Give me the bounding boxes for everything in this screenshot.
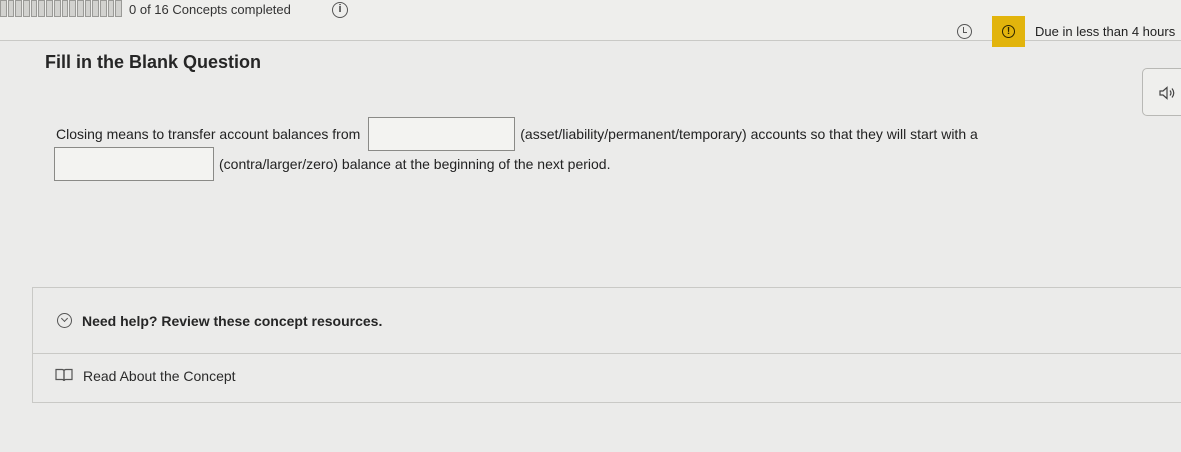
due-text: Due in less than 4 hours <box>1035 24 1176 39</box>
progress-segment <box>30 0 38 17</box>
question-title: Fill in the Blank Question <box>45 52 262 72</box>
progress-segment <box>38 0 46 17</box>
help-toggle[interactable]: Need help? Review these concept resource… <box>33 288 1181 354</box>
progress-segment <box>23 0 30 17</box>
progress-segment <box>84 0 92 17</box>
progress-segment <box>0 0 7 17</box>
blank-input-1[interactable] <box>368 117 516 151</box>
due-badge: ! <box>992 16 1025 47</box>
question-text-part-3: (contra/larger/zero) balance at the begi… <box>219 156 611 172</box>
progress-segment <box>115 0 122 17</box>
resource-label: Read About the Concept <box>83 368 236 384</box>
progress-segment <box>53 0 61 17</box>
question-line-2: (contra/larger/zero) balance at the begi… <box>54 147 610 181</box>
progress-segment <box>15 0 23 17</box>
question-line-1: Closing means to transfer account balanc… <box>56 117 978 151</box>
help-title: Need help? Review these concept resource… <box>82 313 383 329</box>
progress-segment <box>46 0 53 17</box>
question-text-part-2: (asset/liability/permanent/temporary) ac… <box>520 126 978 142</box>
resource-read-about-concept[interactable]: Read About the Concept <box>33 354 1181 404</box>
info-icon[interactable]: i <box>332 2 348 18</box>
progress-segment <box>99 0 107 17</box>
blank-input-2[interactable] <box>54 147 214 181</box>
question-text-part-1: Closing means to transfer account balanc… <box>56 126 361 142</box>
audio-button[interactable] <box>1142 68 1181 116</box>
book-icon <box>55 368 73 382</box>
clock-icon[interactable] <box>957 24 972 39</box>
alert-icon: ! <box>1002 25 1015 38</box>
progress-segment <box>92 0 99 17</box>
progress-segment <box>107 0 115 17</box>
chevron-down-icon <box>57 313 72 328</box>
concepts-progress-bar <box>0 0 122 17</box>
progress-segment <box>76 0 84 17</box>
progress-segment <box>61 0 69 17</box>
top-bar: 0 of 16 Concepts completed i ! Due in le… <box>0 0 1181 47</box>
progress-segment <box>7 0 15 17</box>
speaker-icon <box>1159 86 1175 100</box>
progress-segment <box>69 0 76 17</box>
concepts-completed-text: 0 of 16 Concepts completed <box>129 2 291 17</box>
help-panel: Need help? Review these concept resource… <box>32 287 1181 403</box>
